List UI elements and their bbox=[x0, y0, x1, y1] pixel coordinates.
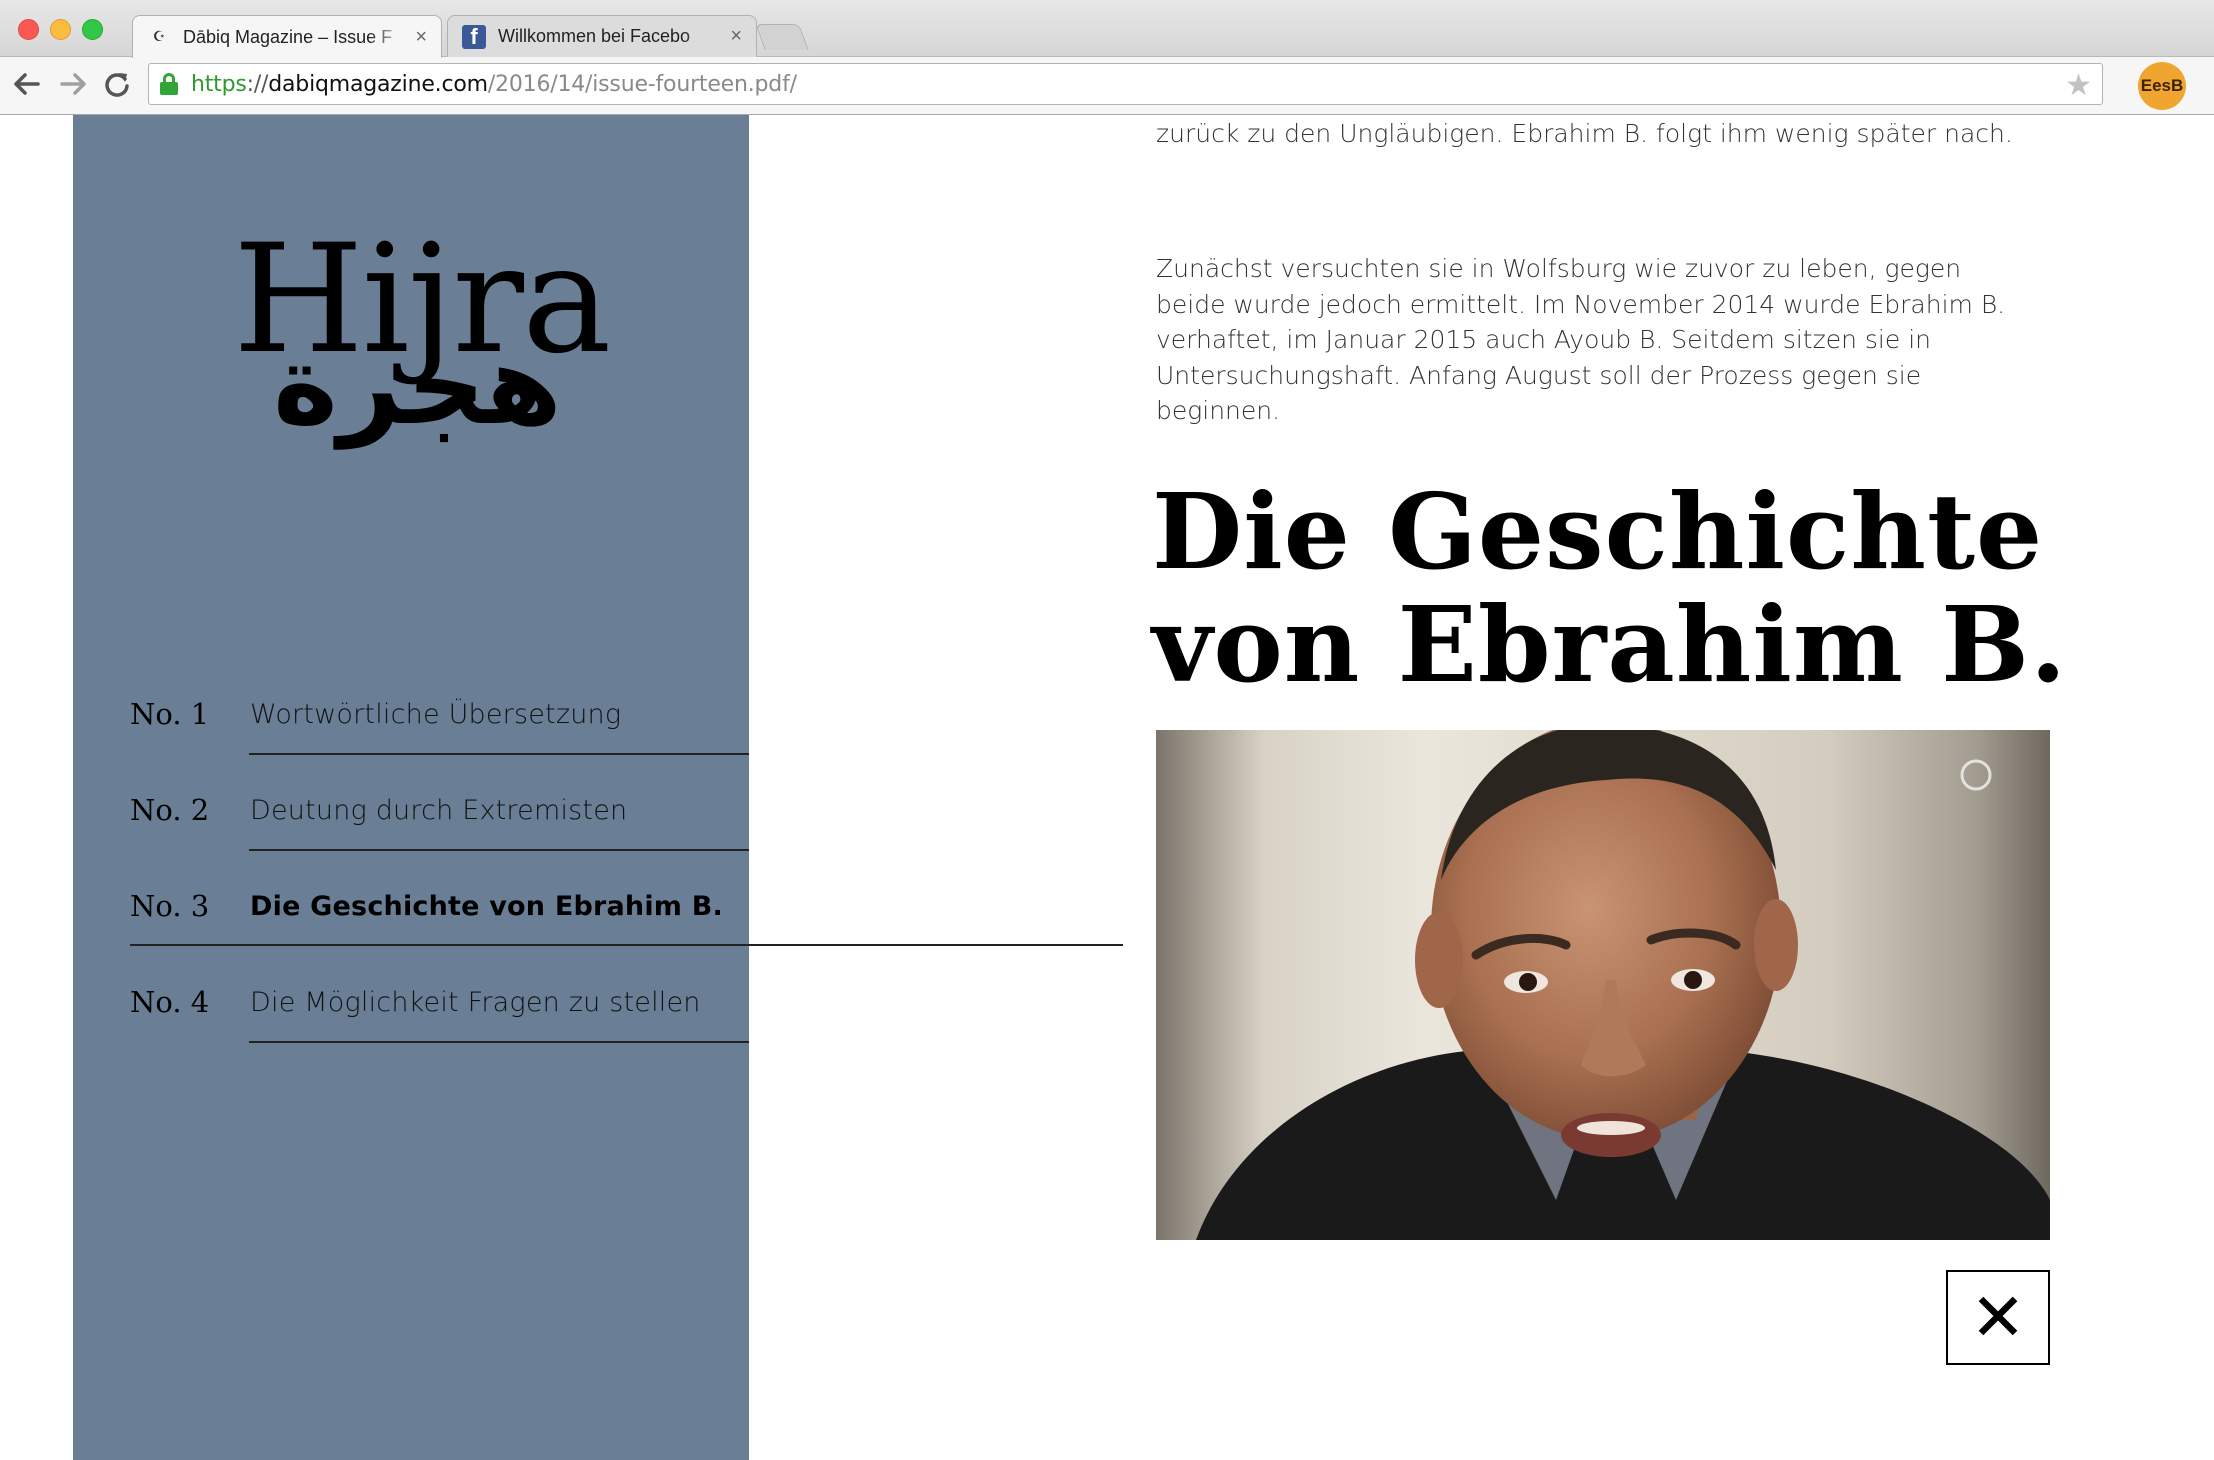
toc-active-indicator-line bbox=[130, 944, 1123, 946]
toc-number: No. 3 bbox=[130, 889, 210, 923]
reload-icon[interactable] bbox=[100, 67, 134, 101]
forward-arrow-icon[interactable] bbox=[56, 67, 90, 101]
toc-label: Die Geschichte von Ebrahim B. bbox=[250, 890, 723, 922]
page-viewport: Hijra هجرة No. 1 Wortwörtliche Übersetzu… bbox=[0, 115, 2214, 1460]
tab-title: Willkommen bei Facebo bbox=[498, 26, 691, 46]
toc-item-2[interactable]: No. 2 Deutung durch Extremisten bbox=[130, 779, 627, 841]
dabiq-favicon-icon: ☪ bbox=[152, 29, 166, 45]
toc-label: Wortwörtliche Übersetzung bbox=[250, 698, 622, 730]
zoom-window-button[interactable] bbox=[82, 19, 103, 40]
tab-dabiq-magazine[interactable]: ☪ Dābiq Magazine – Issue F × bbox=[132, 15, 442, 58]
bookmark-star-icon[interactable]: ★ bbox=[2065, 68, 2092, 103]
toc-item-4[interactable]: No. 4 Die Möglichkeit Fragen zu stellen bbox=[130, 971, 701, 1033]
headline-line: Die Geschichte bbox=[1152, 470, 2044, 593]
toc-number: No. 1 bbox=[130, 697, 210, 731]
toc-number: No. 4 bbox=[130, 985, 210, 1019]
lock-icon bbox=[159, 73, 179, 95]
url-text: https://dabiqmagazine.com/2016/14/issue-… bbox=[191, 71, 797, 97]
toc-label: Deutung durch Extremisten bbox=[250, 794, 628, 826]
close-window-button[interactable] bbox=[18, 19, 39, 40]
headline-line: von Ebrahim B. bbox=[1152, 583, 2068, 706]
article-paragraph: seinen hinterhältigen Rücken und ging zu… bbox=[1156, 118, 2013, 148]
toc-divider bbox=[249, 849, 749, 851]
tab-strip: ☪ Dābiq Magazine – Issue F × f Willkomme… bbox=[0, 0, 2214, 58]
article-paragraph: Zunächst versuchten sie in Wolfsburg wie… bbox=[1156, 254, 2006, 425]
toc-label: Die Möglichkeit Fragen zu stellen bbox=[250, 986, 701, 1018]
back-arrow-icon[interactable] bbox=[10, 67, 44, 101]
tab-close-icon[interactable]: × bbox=[730, 25, 742, 48]
profile-avatar[interactable]: EesB bbox=[2138, 62, 2186, 110]
toc-item-3[interactable]: No. 3 Die Geschichte von Ebrahim B. bbox=[130, 875, 723, 937]
sidebar: Hijra هجرة No. 1 Wortwörtliche Übersetzu… bbox=[73, 115, 749, 1460]
tab-close-icon[interactable]: × bbox=[415, 26, 427, 49]
toc-divider bbox=[249, 753, 749, 755]
tab-facebook[interactable]: f Willkommen bei Facebo × bbox=[447, 15, 757, 57]
logo-hijra-arabic: هجرة bbox=[273, 321, 562, 449]
new-tab-button[interactable] bbox=[755, 24, 809, 50]
article-photo bbox=[1156, 730, 2050, 1240]
toc-number: No. 2 bbox=[130, 793, 210, 827]
close-button[interactable]: ✕ bbox=[1946, 1270, 2050, 1365]
tab-title: Dābiq Magazine – Issue F bbox=[183, 26, 393, 47]
toc-item-1[interactable]: No. 1 Wortwörtliche Übersetzung bbox=[130, 683, 621, 745]
address-bar[interactable]: https://dabiqmagazine.com/2016/14/issue-… bbox=[148, 63, 2103, 105]
minimize-window-button[interactable] bbox=[50, 19, 71, 40]
facebook-favicon-icon: f bbox=[462, 24, 486, 49]
article-headline: Die Geschichte von Ebrahim B. bbox=[1152, 475, 2072, 701]
close-icon: ✕ bbox=[1970, 1279, 2026, 1356]
browser-toolbar: https://dabiqmagazine.com/2016/14/issue-… bbox=[0, 57, 2214, 115]
toc-divider bbox=[249, 1041, 749, 1043]
